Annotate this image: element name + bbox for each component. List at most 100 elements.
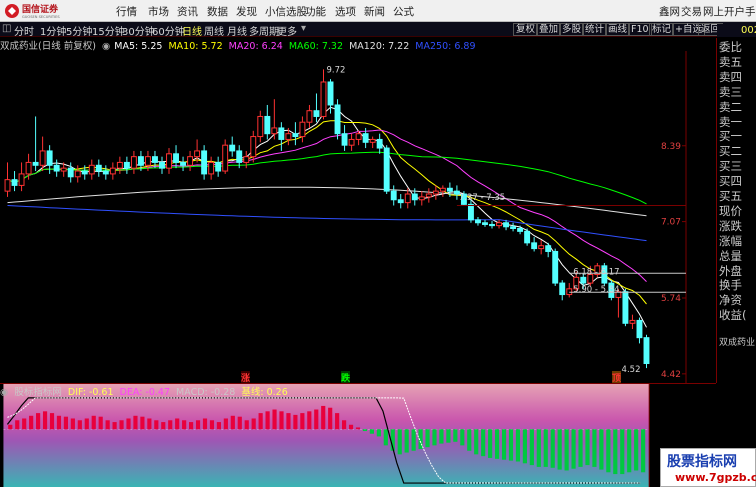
tab-daily[interactable]: 日线 (182, 23, 202, 38)
macd-bar (321, 405, 326, 430)
macd-bar (272, 409, 277, 430)
candle (397, 194, 404, 209)
quote-row-11[interactable]: 现价 (719, 204, 742, 218)
price-range-label-2: 6.18 - 6.17 (573, 268, 619, 278)
macd-bar (84, 418, 89, 430)
candle (418, 191, 425, 206)
price-range-label-3: 5.90 - 5.84 (573, 285, 619, 295)
macd-bar (522, 429, 527, 464)
macd-bar (376, 429, 381, 437)
quote-row-17[interactable]: 净资 (719, 293, 742, 307)
macd-indicator[interactable] (0, 383, 716, 487)
tab-multi-period[interactable]: 多周期 (249, 23, 279, 38)
quote-row-3[interactable]: 卖三 (719, 85, 742, 99)
tab-intraday[interactable]: 分时 (14, 23, 34, 38)
more-dropdown-icon[interactable]: ▾ (301, 23, 306, 34)
macd-bar (355, 427, 361, 430)
tab-more[interactable]: 更多 (277, 23, 297, 38)
quote-row-18[interactable]: 收益( (719, 308, 747, 322)
menu-trade[interactable]: 交易 (681, 4, 702, 19)
macd-bar (168, 420, 173, 430)
tab-1min[interactable]: 1分钟 (40, 23, 66, 38)
mark-button[interactable]: 标记 (649, 23, 675, 36)
kline-chart[interactable]: 8.39 7.07 5.74 4.42 9.72 7.37 - 7.35 6.18 - 6… (0, 51, 716, 383)
menu-news-info[interactable]: 资讯 (177, 4, 198, 19)
menubar: 国信证券 GUOSEN SECURITIES 行情 市场 资讯 数据 发现 小信… (0, 0, 756, 22)
quote-row-2[interactable]: 卖四 (719, 70, 742, 84)
candle (11, 171, 18, 192)
macd-bar (634, 429, 639, 471)
quote-row-5[interactable]: 卖一 (719, 115, 742, 129)
quote-row-6[interactable]: 买一 (719, 129, 742, 143)
menu-formula[interactable]: 公式 (393, 4, 414, 19)
multi-stock-button[interactable]: 多股 (559, 23, 585, 36)
low-price-label: 4.52 (622, 365, 641, 375)
tab-60min[interactable]: 60分钟 (152, 23, 185, 38)
indicator-title: 股标指标网 (14, 387, 62, 398)
menu-xinwang[interactable]: 鑫网 (659, 4, 680, 19)
candle (299, 116, 306, 143)
menu-functions[interactable]: 功能 (305, 4, 326, 19)
quote-row-12[interactable]: 涨跌 (719, 219, 742, 233)
indicator-settings-icon[interactable]: ◉ (0, 387, 8, 398)
candle (201, 145, 208, 180)
candle (432, 185, 439, 200)
quote-row-10[interactable]: 买五 (719, 189, 742, 203)
tab-15min[interactable]: 15分钟 (92, 23, 125, 38)
menu-news[interactable]: 新闻 (364, 4, 385, 19)
tab-30min[interactable]: 30分钟 (122, 23, 155, 38)
macd-bar (105, 420, 110, 430)
watermark-url: www.7gpzb.com (675, 471, 756, 484)
quote-row-8[interactable]: 买三 (719, 159, 742, 173)
candle (123, 156, 130, 174)
toolbar-toggle-icon[interactable]: ◫ (2, 23, 11, 34)
candle (18, 162, 25, 192)
menu-open-account[interactable]: 网上开户 (703, 4, 745, 19)
axis-tick-3: 4.42 (661, 370, 681, 380)
tab-monthly[interactable]: 月线 (227, 23, 247, 38)
macd-bar (439, 429, 444, 444)
quote-row-19[interactable]: 双成药业 (719, 336, 755, 350)
quote-row-16[interactable]: 换手 (719, 278, 742, 292)
quote-row-0[interactable]: 委比 (719, 40, 742, 54)
price-range-label-1: 7.37 - 7.35 (459, 193, 505, 203)
adjust-button[interactable]: 复权 (513, 23, 539, 36)
macd-bar (77, 420, 82, 430)
macd-bar (341, 420, 347, 430)
menu-options[interactable]: 选项 (335, 4, 356, 19)
menu-quotes[interactable]: 行情 (116, 4, 137, 19)
macd-bar (300, 413, 305, 430)
menu-market[interactable]: 市场 (148, 4, 169, 19)
quote-row-13[interactable]: 涨幅 (719, 234, 742, 248)
macd-bar (314, 409, 319, 430)
quote-row-4[interactable]: 卖二 (719, 100, 742, 114)
macd-bar (411, 429, 416, 451)
indicator-macd: MACD: -0.28 (176, 387, 236, 398)
quote-row-9[interactable]: 买四 (719, 174, 742, 188)
menu-data[interactable]: 数据 (207, 4, 228, 19)
candle (496, 219, 502, 229)
candle (116, 156, 123, 174)
tab-weekly[interactable]: 周线 (204, 23, 224, 38)
macd-bar (22, 418, 27, 430)
overlay-button[interactable]: 叠加 (536, 23, 562, 36)
tab-5min[interactable]: 5分钟 (66, 23, 92, 38)
menu-discover[interactable]: 发现 (236, 4, 257, 19)
menu-mobile[interactable]: 手 (745, 4, 756, 19)
quote-row-15[interactable]: 外盘 (719, 264, 742, 278)
draw-line-button[interactable]: 画线 (605, 23, 631, 36)
candle (524, 228, 531, 246)
candle (538, 239, 545, 255)
quote-row-14[interactable]: 总量 (719, 249, 742, 263)
stats-button[interactable]: 统计 (582, 23, 608, 36)
quote-row-1[interactable]: 卖五 (719, 55, 742, 69)
candle (376, 133, 383, 154)
menu-stock-picker[interactable]: 小信选股 (265, 4, 307, 19)
macd-bar (557, 429, 562, 470)
quote-row-7[interactable]: 买二 (719, 144, 742, 158)
candle (257, 110, 264, 143)
macd-bar (488, 429, 493, 458)
logo-sub: GUOSEN SECURITIES (22, 15, 60, 19)
candle (313, 93, 320, 123)
candle (439, 185, 446, 197)
